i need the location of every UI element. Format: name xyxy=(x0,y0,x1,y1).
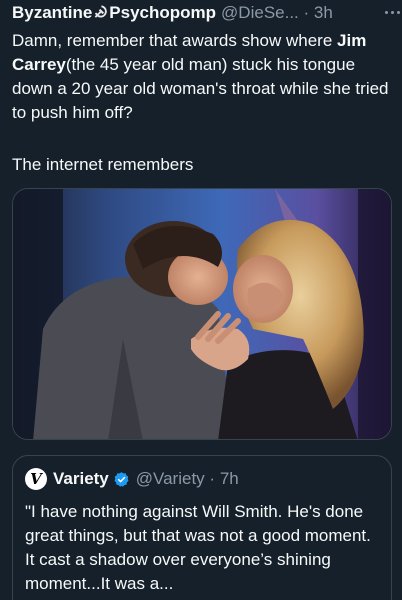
quoted-tweet-timestamp[interactable]: 7h xyxy=(220,469,239,488)
tweet-text: Damn, remember that awards show where Ji… xyxy=(12,29,394,125)
quoted-author-name[interactable]: Variety xyxy=(53,469,109,489)
tweet-text-end: (the 45 year old man) stuck his tongue d… xyxy=(12,55,389,122)
variety-avatar[interactable]: V xyxy=(25,468,47,490)
verified-badge-icon xyxy=(114,471,129,487)
quoted-tweet[interactable]: V Variety @Variety · 7h "I have nothing … xyxy=(12,455,392,600)
quoted-author-handle[interactable]: @Variety xyxy=(136,469,205,488)
tweet-media-image[interactable] xyxy=(12,188,392,440)
author-name-part2: Psychopomp xyxy=(109,3,217,22)
tweet-text-trailer: The internet remembers xyxy=(12,155,194,174)
author-name[interactable]: Byzantine Psychopomp xyxy=(12,3,216,23)
tweet-text-start: Damn, remember that awards show where xyxy=(12,31,338,50)
quoted-tweet-text: "I have nothing against Will Smith. He's… xyxy=(25,502,371,593)
author-handle[interactable]: @DieSe... xyxy=(221,3,299,22)
tweet-meta: @DieSe... · 3h xyxy=(221,3,333,23)
variety-logo-letter: V xyxy=(30,469,42,488)
quoted-meta-separator: · xyxy=(209,469,216,488)
tweet-header: Byzantine Psychopomp @DieSe... · 3h xyxy=(12,0,392,26)
tweet-timestamp[interactable]: 3h xyxy=(314,3,333,22)
meta-separator: · xyxy=(303,3,310,22)
quoted-tweet-meta: @Variety · 7h xyxy=(136,469,239,489)
quoted-tweet-header: V Variety @Variety · 7h xyxy=(25,468,239,490)
more-horizontal-icon[interactable] xyxy=(385,4,400,20)
hammer-sickle-icon xyxy=(94,5,108,18)
author-name-part1: Byzantine xyxy=(12,3,93,22)
tweet[interactable]: Byzantine Psychopomp @DieSe... · 3h Damn… xyxy=(0,0,402,600)
